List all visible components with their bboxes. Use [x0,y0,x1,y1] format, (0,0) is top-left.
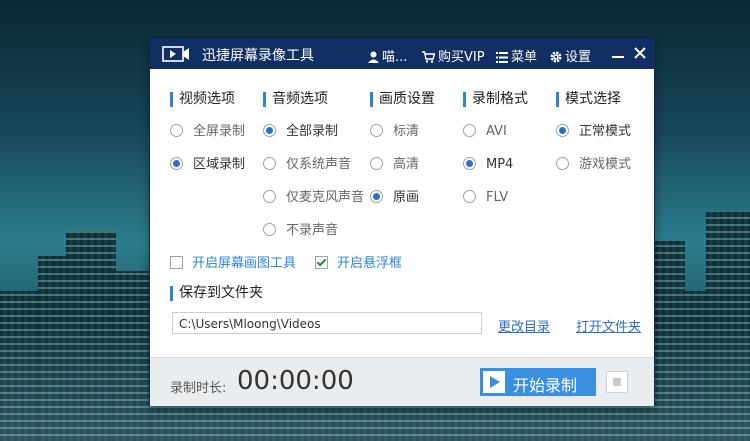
checkbox-float-frame[interactable]: 开启悬浮框 [315,256,402,272]
play-icon [483,371,505,393]
option-label: 区域录制 [193,157,246,172]
section-mode-title: 模式选择 [556,92,621,107]
radio-sd[interactable]: 标清 [370,124,419,140]
save-path-input[interactable]: C:\Users\Mloong\Videos [172,312,482,334]
radio-hd[interactable]: 高清 [370,157,419,173]
option-label: 全屏录制 [193,124,246,139]
checkbox[interactable] [315,256,328,269]
radio-fullscreen[interactable]: 全屏录制 [170,124,245,140]
radio-button[interactable] [463,124,476,137]
radio-game-mode[interactable]: 游戏模式 [556,157,631,173]
radio-system-audio[interactable]: 仅系统声音 [263,157,351,173]
option-label: AVI [486,124,507,139]
duration-label: 录制时长: [170,381,227,396]
option-label: FLV [486,190,509,205]
option-label: 标清 [393,124,420,139]
buy-vip-label: 购买VIP [438,50,485,65]
option-label: MP4 [486,157,514,172]
menu-icon [496,52,508,63]
radio-button[interactable] [370,124,383,137]
radio-button[interactable] [263,157,276,170]
settings-label: 设置 [565,50,592,65]
user-menu[interactable]: 喵... [368,46,407,65]
option-label: 仅麦克风声音 [286,190,365,205]
cart-icon [422,51,435,63]
option-label: 全部录制 [286,124,339,139]
radio-mic-audio[interactable]: 仅麦克风声音 [263,190,364,206]
close-button[interactable] [634,44,646,66]
app-logo-icon [162,46,189,62]
radio-button[interactable] [556,124,569,137]
footer-bar: 录制时长: 00:00:00 开始录制 [150,357,654,406]
app-window: 迅捷屏幕录像工具 喵... 购买VIP 菜单 设置 视频选项 音频选项 画质设置… [150,39,654,406]
radio-button[interactable] [463,190,476,203]
section-audio-title: 音频选项 [263,92,328,107]
option-label: 正常模式 [579,124,632,139]
checkbox-label: 开启悬浮框 [337,256,403,271]
menu-button[interactable]: 菜单 [496,46,537,65]
radio-button[interactable] [370,157,383,170]
menu-label: 菜单 [511,50,538,65]
title-bar[interactable]: 迅捷屏幕录像工具 喵... 购买VIP 菜单 设置 [150,39,654,69]
checkbox-screen-draw-tool[interactable]: 开启屏幕画图工具 [170,256,296,272]
section-video-title: 视频选项 [170,92,235,107]
section-quality-title: 画质设置 [370,92,435,107]
radio-original[interactable]: 原画 [370,190,419,206]
open-folder-link[interactable]: 打开文件夹 [576,316,641,335]
radio-button[interactable] [170,157,183,170]
radio-mp4[interactable]: MP4 [463,157,513,173]
radio-button[interactable] [263,223,276,236]
radio-button[interactable] [370,190,383,203]
radio-button[interactable] [463,157,476,170]
radio-button[interactable] [263,190,276,203]
stop-button[interactable] [606,371,628,393]
checkbox-label: 开启屏幕画图工具 [192,256,297,271]
close-icon [634,47,646,59]
user-icon [368,51,379,63]
minimize-button[interactable] [612,44,624,66]
radio-no-audio[interactable]: 不录声音 [263,223,338,239]
radio-avi[interactable]: AVI [463,124,507,140]
change-directory-link[interactable]: 更改目录 [498,316,550,335]
minimize-icon [612,56,624,58]
radio-button[interactable] [170,124,183,137]
radio-button[interactable] [263,124,276,137]
option-label: 游戏模式 [579,157,632,172]
radio-normal-mode[interactable]: 正常模式 [556,124,631,140]
settings-button[interactable]: 设置 [550,46,591,65]
gear-icon [550,51,562,63]
user-name: 喵... [382,50,408,65]
option-label: 原画 [393,190,420,205]
radio-flv[interactable]: FLV [463,190,508,206]
start-recording-button[interactable]: 开始录制 [480,368,596,396]
app-title: 迅捷屏幕录像工具 [202,48,314,64]
option-label: 不录声音 [286,223,339,238]
section-format-title: 录制格式 [463,92,528,107]
option-label: 仅系统声音 [286,157,352,172]
duration-value: 00:00:00 [237,366,354,396]
start-recording-label: 开始录制 [513,376,578,395]
checkbox[interactable] [170,256,183,269]
save-folder-title: 保存到文件夹 [170,286,263,301]
radio-button[interactable] [556,157,569,170]
buy-vip-button[interactable]: 购买VIP [422,46,485,65]
option-label: 高清 [393,157,420,172]
radio-record-all-audio[interactable]: 全部录制 [263,124,338,140]
radio-region[interactable]: 区域录制 [170,157,245,173]
